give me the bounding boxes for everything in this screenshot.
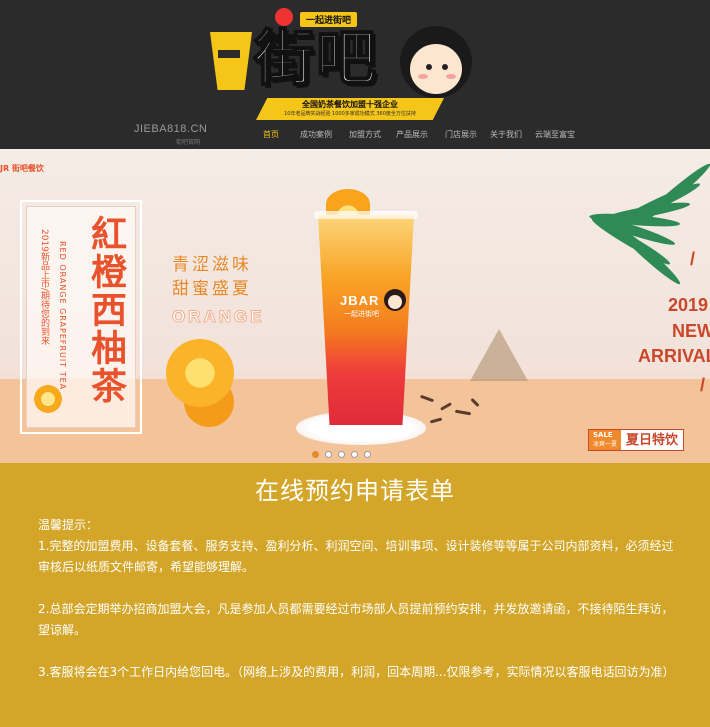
sale-label-block: SALE 冰爽一夏 (589, 430, 622, 450)
nav-item-about[interactable]: 关于我们 (490, 129, 522, 140)
notice-heading: 温馨提示： (38, 518, 99, 532)
logo-tagline: 一起进街吧 (300, 12, 358, 27)
nav-item-cloud[interactable]: 云端至富宝 (535, 129, 575, 140)
slider-dot-4[interactable] (351, 451, 358, 458)
cup-logo-text: JBAR (340, 293, 380, 308)
notice-item-1: 1.完整的加盟费用、设备套餐、服务支持、盈利分析、利润空间、培训事项、设计装修等… (38, 539, 674, 574)
sale-label: SALE (593, 431, 613, 439)
slider-pagination (312, 451, 371, 459)
sale-text: 夏日特饮 (626, 433, 679, 448)
logo-cup-icon (210, 32, 252, 90)
logo-wordmark: 街吧 (253, 23, 378, 95)
slogan-line-1: 青涩滋味 (172, 255, 252, 275)
palm-leaf-image (560, 149, 710, 349)
logo-face-icon (400, 26, 472, 98)
site-domain-caption: 街吧官网 (176, 139, 201, 146)
nav-item-home[interactable]: 首页 (263, 129, 279, 140)
arrival-word: ARRIVAL (638, 346, 710, 366)
product-title: 紅橙西柚茶 (85, 215, 127, 405)
brand-tag: JR 街吧餐饮 (0, 164, 44, 173)
notice-item-2: 2.总部会定期举办招商加盟大会，凡是参加人员都需要经过市场部人员提前预约安排，并… (38, 602, 674, 637)
logo-ribbon-subtitle: 10年老品牌实战经验 1000多家成功模式 360度全方位扶持 (284, 111, 416, 117)
drink-cup-image (318, 215, 414, 425)
notice-block: 温馨提示： 1.完整的加盟费用、设备套餐、服务支持、盈利分析、利润空间、培训事项… (38, 515, 678, 704)
appointment-form-section: 在线预约申请表单 温馨提示： 1.完整的加盟费用、设备套餐、服务支持、盈利分析、… (0, 463, 710, 727)
slider-dot-2[interactable] (325, 451, 332, 458)
form-title: 在线预约申请表单 (255, 477, 455, 505)
product-english-name: RED ORANGE GRAPEFRUIT TEA (58, 241, 67, 391)
logo-ribbon-title: 全国奶茶餐饮加盟十强企业 (302, 100, 398, 109)
hero-banner[interactable]: JR 街吧餐饮 紅橙西柚茶 RED ORANGE GRAPEFRUIT TEA … (0, 149, 710, 463)
site-logo[interactable]: 街吧 一起进街吧 全国奶茶餐饮加盟十强企业 10年老品牌实战经验 1000多家成… (210, 8, 480, 122)
orange-slice-icon (34, 385, 62, 413)
site-domain: JIEBA818.CN (134, 123, 208, 135)
half-orange-image (166, 339, 234, 407)
arrival-slash-bottom: / (700, 375, 706, 395)
cup-face-icon (384, 289, 406, 311)
logo-mascot-icon (275, 8, 293, 26)
arrival-new: NEW (672, 321, 710, 341)
cup-logo-subtext: 一起进街吧 (344, 310, 379, 318)
nav-item-products[interactable]: 产品展示 (396, 129, 428, 140)
nav-item-franchise[interactable]: 加盟方式 (349, 129, 381, 140)
product-launch-note: 2019新品上市/期待您的到来 (39, 229, 49, 345)
cup-rim (314, 211, 418, 219)
arrival-year: 2019 (668, 295, 709, 315)
logo-ribbon: 全国奶茶餐饮加盟十强企业 10年老品牌实战经验 1000多家成功模式 360度全… (256, 98, 444, 120)
tea-bag-image (470, 329, 528, 381)
slider-dot-1[interactable] (312, 451, 319, 458)
notice-item-3: 3.客服将会在3个工作日内给您回电。（网络上涉及的费用，利润，回本周期...仅限… (38, 665, 675, 679)
slider-dot-3[interactable] (338, 451, 345, 458)
nav-item-cases[interactable]: 成功案例 (300, 129, 332, 140)
slider-dot-5[interactable] (364, 451, 371, 458)
slogan-english: ORANGE (172, 307, 265, 327)
slogan-line-2: 甜蜜盛夏 (172, 279, 252, 299)
nav-item-stores[interactable]: 门店展示 (445, 129, 477, 140)
sale-badge: SALE 冰爽一夏 夏日特饮 (588, 429, 685, 451)
sale-sub-label: 冰爽一夏 (593, 441, 618, 448)
banner-slogan: 青涩滋味 甜蜜盛夏 (172, 253, 252, 301)
site-header: 街吧 一起进街吧 全国奶茶餐饮加盟十强企业 10年老品牌实战经验 1000多家成… (0, 0, 710, 149)
arrival-slash-top: / (690, 249, 696, 269)
